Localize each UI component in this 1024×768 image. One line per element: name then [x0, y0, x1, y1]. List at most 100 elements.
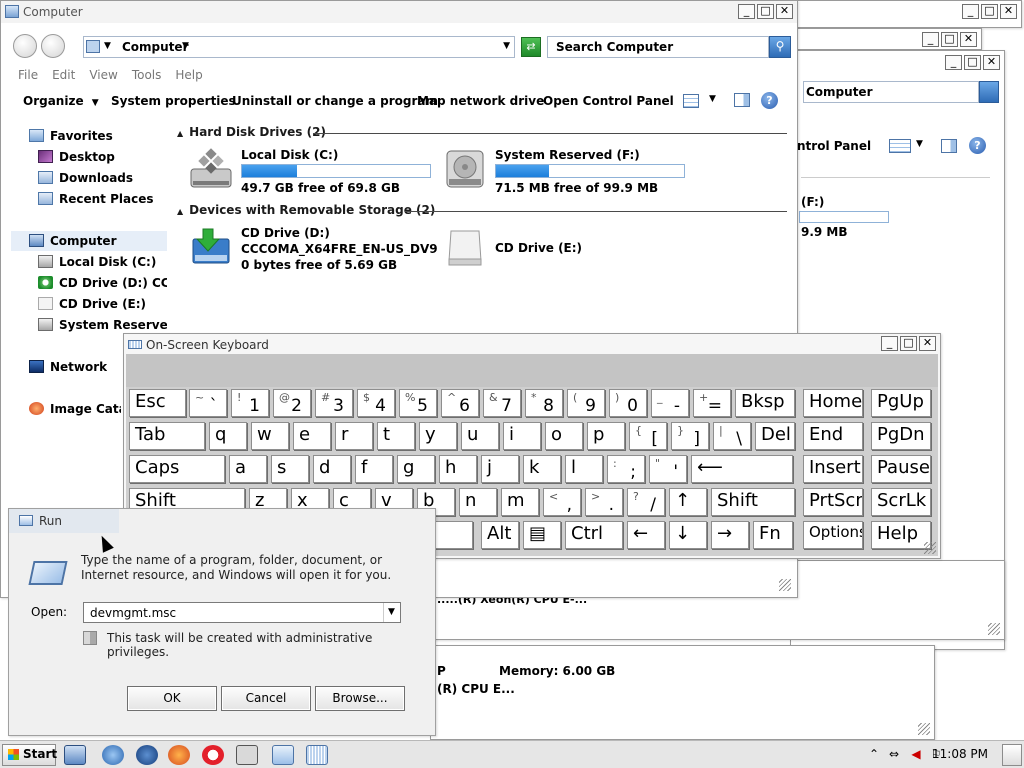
refresh-icon[interactable]: ⇄	[521, 37, 541, 57]
preview-pane-icon[interactable]	[941, 139, 957, 153]
key-symbol[interactable]: " '	[649, 455, 687, 483]
search-taskbar-icon[interactable]	[136, 745, 158, 765]
key-esc[interactable]: Esc	[129, 389, 186, 417]
key-symbol[interactable]: ▤	[523, 521, 561, 549]
key-shift[interactable]: Shift	[711, 488, 795, 516]
start-button[interactable]: Start	[2, 744, 57, 766]
key-pgdn[interactable]: PgDn	[871, 422, 931, 450]
preview-pane-icon[interactable]	[734, 93, 750, 107]
nav-computer[interactable]: Computer	[11, 231, 167, 251]
run-taskbar-icon[interactable]	[272, 745, 294, 765]
key-symbol[interactable]: ↓	[669, 521, 707, 549]
views-icon[interactable]	[889, 139, 911, 153]
show-desktop-button[interactable]	[1002, 744, 1022, 766]
key-f[interactable]: f	[355, 455, 393, 483]
search-input[interactable]: Search Computer	[547, 36, 769, 58]
key-symbol[interactable]: <,	[543, 488, 581, 516]
browser-taskbar-icon[interactable]	[102, 745, 124, 765]
key-symbol[interactable]: ⟵	[691, 455, 793, 483]
close-button[interactable]: ✕	[776, 4, 793, 19]
key-7[interactable]: & 7	[483, 389, 521, 417]
key-3[interactable]: #3	[315, 389, 353, 417]
help-icon[interactable]: ?	[969, 137, 986, 154]
minimize-button[interactable]: _	[945, 55, 962, 70]
key-p[interactable]: p	[587, 422, 625, 450]
search-icon[interactable]	[979, 81, 999, 103]
drive-tile-f[interactable]: System Reserved (F:) 71.5 MB free of 99.…	[443, 147, 693, 195]
nav-local-disk[interactable]: Local Disk (C:)	[38, 255, 156, 269]
network-tray-icon[interactable]: ⇔	[886, 747, 902, 761]
maximize-button[interactable]: □	[900, 336, 917, 351]
key-help[interactable]: Help	[871, 521, 931, 549]
key-end[interactable]: End	[803, 422, 863, 450]
key-prtscn[interactable]: PrtScn	[803, 488, 863, 516]
menu-view[interactable]: View	[82, 65, 124, 85]
key-1[interactable]: ! 1	[231, 389, 269, 417]
resize-grip[interactable]	[924, 542, 936, 554]
key-d[interactable]: d	[313, 455, 351, 483]
key-j[interactable]: j	[481, 455, 519, 483]
maximize-button[interactable]: □	[941, 32, 958, 47]
key-5[interactable]: % 5	[399, 389, 437, 417]
key-t[interactable]: t	[377, 422, 415, 450]
organize-button[interactable]: Organize ▼	[23, 94, 99, 108]
search-icon[interactable]: ⚲	[769, 36, 791, 58]
key-bksp[interactable]: Bksp	[735, 389, 795, 417]
nav-cd-drive-e[interactable]: CD Drive (E:)	[38, 297, 146, 311]
key-6[interactable]: ^ 6	[441, 389, 479, 417]
key-q[interactable]: q	[209, 422, 247, 450]
key-symbol[interactable]: {[	[629, 422, 667, 450]
key-g[interactable]: g	[397, 455, 435, 483]
minimize-button[interactable]: _	[738, 4, 755, 19]
key-2[interactable]: @2	[273, 389, 311, 417]
key-symbol[interactable]: ~ `	[189, 389, 227, 417]
key-fn[interactable]: Fn	[753, 521, 793, 549]
close-button[interactable]: ✕	[983, 55, 1000, 70]
forward-button[interactable]	[41, 34, 65, 58]
key-n[interactable]: n	[459, 488, 497, 516]
key-h[interactable]: h	[439, 455, 477, 483]
browse-button[interactable]: Browse...	[315, 686, 405, 711]
key-0[interactable]: ) 0	[609, 389, 647, 417]
key-o[interactable]: o	[545, 422, 583, 450]
open-control-panel-button[interactable]: Open Control Panel	[543, 94, 674, 108]
back-button[interactable]	[13, 34, 37, 58]
group-header-hard-disk[interactable]: ▲ Hard Disk Drives (2)	[177, 125, 326, 139]
drive-tile-c[interactable]: Local Disk (C:) 49.7 GB free of 69.8 GB	[189, 147, 439, 195]
chevron-down-icon[interactable]: ▼	[104, 41, 111, 51]
nav-cd-drive-d[interactable]: CD Drive (D:) CCCO	[38, 276, 167, 290]
open-input[interactable]: devmgmt.msc	[83, 602, 401, 623]
nav-system-reserved[interactable]: System Reserved (I	[38, 318, 167, 332]
key-l[interactable]: l	[565, 455, 603, 483]
ok-button[interactable]: OK	[127, 686, 217, 711]
help-icon[interactable]: ?	[761, 92, 778, 109]
keyboard-taskbar-icon[interactable]	[306, 745, 328, 765]
key-m[interactable]: m	[501, 488, 539, 516]
titlebar[interactable]: On-Screen Keyboard _ □ ✕	[124, 334, 940, 356]
close-button[interactable]: ✕	[1000, 4, 1017, 19]
drive-tile-e[interactable]: CD Drive (E:)	[443, 225, 693, 273]
opera-icon[interactable]	[202, 745, 224, 765]
nav-network[interactable]: Network	[29, 360, 107, 374]
chevron-down-icon[interactable]: ▼	[383, 603, 399, 622]
key-s[interactable]: s	[271, 455, 309, 483]
key-symbol[interactable]: _ -	[651, 389, 689, 417]
chevron-up-icon[interactable]: ⌃	[866, 747, 882, 761]
close-button[interactable]: ✕	[919, 336, 936, 351]
key-w[interactable]: w	[251, 422, 289, 450]
nav-favorites[interactable]: Favorites	[29, 129, 113, 143]
key-y[interactable]: y	[419, 422, 457, 450]
nav-desktop[interactable]: Desktop	[38, 150, 115, 164]
maximize-button[interactable]: □	[981, 4, 998, 19]
resize-grip[interactable]	[918, 723, 930, 735]
key-symbol[interactable]: ←	[627, 521, 665, 549]
menu-edit[interactable]: Edit	[45, 65, 82, 85]
address-bar[interactable]: ▼ Computer ▼ ▼	[83, 36, 515, 58]
minimize-button[interactable]: _	[881, 336, 898, 351]
key-options[interactable]: Options	[803, 521, 863, 549]
cancel-button[interactable]: Cancel	[221, 686, 311, 711]
system-properties-button[interactable]: System properties	[111, 94, 236, 108]
key-symbol[interactable]: | \	[713, 422, 751, 450]
key-scrlk[interactable]: ScrLk	[871, 488, 931, 516]
titlebar[interactable]: Computer _ □ ✕	[1, 1, 797, 23]
